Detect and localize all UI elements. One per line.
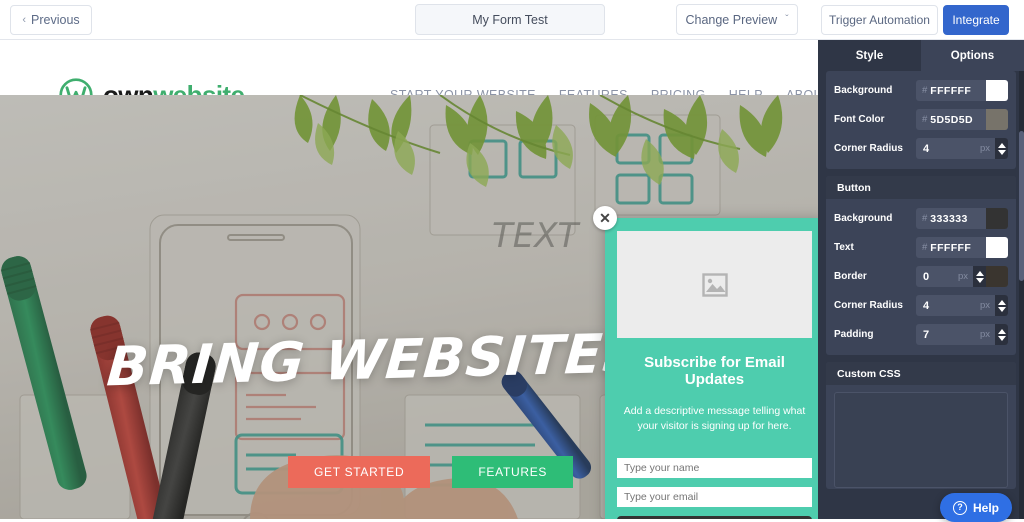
chevron-left-icon: ‹: [22, 14, 26, 26]
button-border-value: 0: [916, 271, 929, 283]
row-button-text: Text # FFFFFF: [834, 233, 1008, 262]
popup-heading: Subscribe for Email Updates: [615, 354, 814, 388]
change-preview-label: Change Preview: [685, 13, 777, 27]
panel-tab-bar: Style Options: [818, 40, 1024, 71]
font-color-value: 5D5D5D: [927, 114, 973, 126]
panel-scrollbar-thumb[interactable]: [1019, 131, 1024, 281]
subscribe-popup: ✕ Subscribe for Email Updates Add a desc…: [605, 218, 818, 519]
hash-symbol: #: [916, 213, 927, 224]
help-button[interactable]: ? Help: [940, 493, 1012, 522]
integrate-label: Integrate: [952, 13, 999, 27]
label-corner-radius: Corner Radius: [834, 143, 916, 154]
panel-body: Background # FFFFFF Font Color # 5D5D5D: [818, 71, 1024, 519]
tab-options[interactable]: Options: [921, 40, 1024, 71]
hero-features-button[interactable]: FEATURES: [452, 456, 573, 488]
website-preview-canvas: ownwebsite START YOUR WEBSITE FEATURES P…: [0, 40, 818, 519]
button-padding-unit: px: [980, 329, 995, 340]
row-corner-radius: Corner Radius 4 px: [834, 134, 1008, 163]
row-button-background: Background # 333333: [834, 204, 1008, 233]
button-corner-radius-unit: px: [980, 300, 995, 311]
row-button-padding: Padding 7 px: [834, 320, 1008, 349]
question-mark-icon: ?: [953, 501, 967, 515]
button-corner-radius-value: 4: [916, 300, 929, 312]
button-border-color-swatch[interactable]: [986, 266, 1008, 287]
trigger-automation-label: Trigger Automation: [829, 13, 930, 27]
button-text-color-field[interactable]: # FFFFFF: [916, 237, 1008, 258]
label-button-text: Text: [834, 242, 916, 253]
button-border-field[interactable]: 0 px: [916, 266, 1008, 287]
hash-symbol: #: [916, 114, 927, 125]
row-background: Background # FFFFFF: [834, 76, 1008, 105]
custom-css-header: Custom CSS: [826, 362, 1016, 385]
button-corner-radius-field[interactable]: 4 px: [916, 295, 1008, 316]
label-button-padding: Padding: [834, 329, 916, 340]
button-style-group: Button Background # 333333 Text # FFFFFF: [826, 176, 1016, 355]
previous-button[interactable]: ‹ Previous: [10, 5, 92, 35]
button-corner-radius-stepper[interactable]: [995, 295, 1008, 316]
custom-css-textarea[interactable]: [834, 392, 1008, 488]
corner-radius-field[interactable]: 4 px: [916, 138, 1008, 159]
hash-symbol: #: [916, 242, 927, 253]
corner-radius-value: 4: [916, 143, 929, 155]
corner-radius-stepper[interactable]: [995, 138, 1008, 159]
get-started-button[interactable]: GET STARTED: [288, 456, 430, 488]
button-group-header: Button: [826, 176, 1016, 199]
site-navigation-bar: ownwebsite START YOUR WEBSITE FEATURES P…: [0, 40, 818, 95]
previous-button-label: Previous: [31, 13, 80, 27]
label-button-background: Background: [834, 213, 916, 224]
background-color-swatch[interactable]: [986, 80, 1008, 101]
corner-radius-unit: px: [980, 143, 995, 154]
top-toolbar: ‹ Previous My Form Test Change Preview ˇ…: [0, 0, 1024, 40]
button-background-field[interactable]: # 333333: [916, 208, 1008, 229]
email-input[interactable]: [617, 487, 812, 507]
hero-cta-group: GET STARTED FEATURES: [288, 456, 573, 488]
label-button-border: Border: [834, 271, 916, 282]
label-button-corner-radius: Corner Radius: [834, 300, 916, 311]
general-style-rows: Background # FFFFFF Font Color # 5D5D5D: [826, 71, 1016, 169]
button-text-color-value: FFFFFF: [927, 242, 971, 254]
font-color-swatch[interactable]: [986, 109, 1008, 130]
button-padding-value: 7: [916, 329, 929, 341]
image-placeholder-icon: [702, 273, 728, 297]
button-border-stepper[interactable]: [973, 266, 986, 287]
close-icon[interactable]: ✕: [593, 206, 617, 230]
button-background-value: 333333: [927, 213, 967, 225]
style-options-panel: Style Options Background # FFFFFF Font C…: [818, 40, 1024, 519]
custom-css-group: Custom CSS: [826, 362, 1016, 489]
popup-description: Add a descriptive message telling what y…: [615, 404, 814, 434]
general-style-group: Background # FFFFFF Font Color # 5D5D5D: [826, 71, 1016, 169]
button-border-unit: px: [958, 271, 973, 282]
panel-scrollbar[interactable]: [1019, 71, 1024, 519]
button-text-color-swatch[interactable]: [986, 237, 1008, 258]
background-color-field[interactable]: # FFFFFF: [916, 80, 1008, 101]
tab-style[interactable]: Style: [818, 40, 921, 71]
button-group-rows: Background # 333333 Text # FFFFFF: [826, 199, 1016, 355]
trigger-automation-button[interactable]: Trigger Automation: [821, 5, 938, 35]
background-color-value: FFFFFF: [927, 85, 971, 97]
row-button-corner-radius: Corner Radius 4 px: [834, 291, 1008, 320]
form-title-label: My Form Test: [472, 13, 547, 27]
form-title-field[interactable]: My Form Test: [415, 4, 605, 35]
name-input[interactable]: [617, 458, 812, 478]
button-background-swatch[interactable]: [986, 208, 1008, 229]
change-preview-dropdown[interactable]: Change Preview ˇ: [676, 4, 798, 35]
chevron-down-icon: ˇ: [785, 14, 788, 25]
font-color-field[interactable]: # 5D5D5D: [916, 109, 1008, 130]
integrate-button[interactable]: Integrate: [943, 5, 1009, 35]
popup-image-placeholder[interactable]: [617, 231, 812, 338]
hash-symbol: #: [916, 85, 927, 96]
label-font-color: Font Color: [834, 114, 916, 125]
help-button-label: Help: [973, 501, 999, 515]
row-font-color: Font Color # 5D5D5D: [834, 105, 1008, 134]
button-padding-stepper[interactable]: [995, 324, 1008, 345]
row-button-border: Border 0 px: [834, 262, 1008, 291]
button-padding-field[interactable]: 7 px: [916, 324, 1008, 345]
label-background: Background: [834, 85, 916, 96]
